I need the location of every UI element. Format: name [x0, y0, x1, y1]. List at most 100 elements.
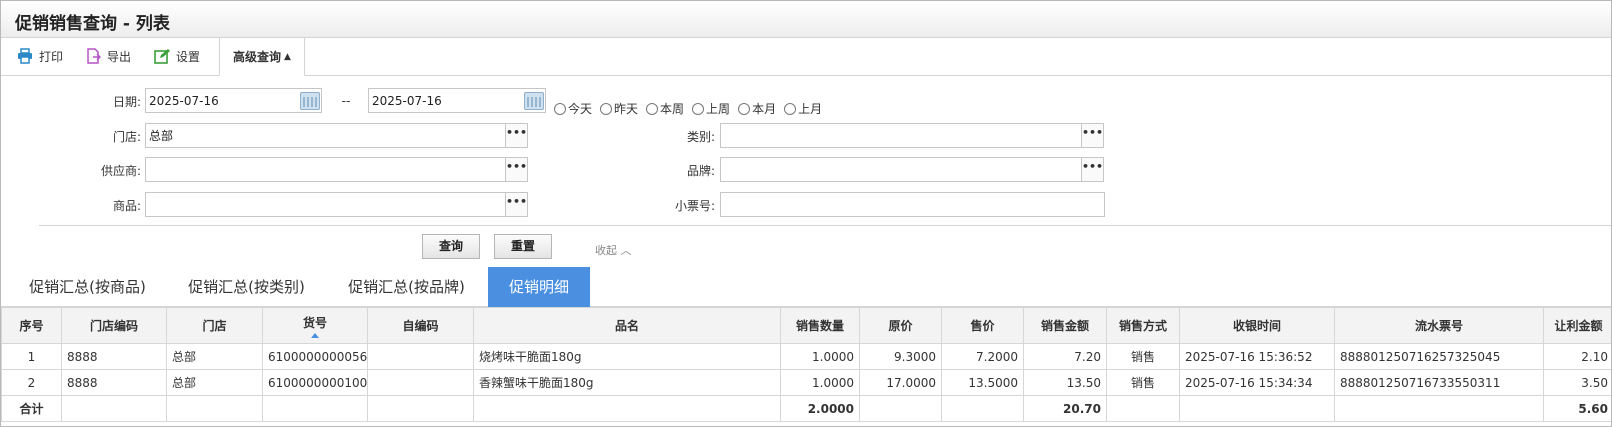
cell: 销售 [1106, 343, 1180, 370]
brand-picker-button[interactable]: ••• [1081, 157, 1104, 182]
cell [1179, 395, 1335, 422]
col-header[interactable]: 让利金额 [1543, 307, 1611, 344]
cell: 总部 [166, 343, 263, 370]
cell: 合计 [1, 395, 62, 422]
cell: 7.20 [1023, 343, 1107, 370]
supplier-input[interactable] [145, 157, 506, 182]
col-header[interactable]: 收银时间 [1179, 307, 1335, 344]
tab-summary-by-brand[interactable]: 促销汇总(按品牌) [334, 267, 479, 307]
radio-this-week[interactable]: 本周 [646, 100, 684, 117]
col-header[interactable]: 售价 [941, 307, 1024, 344]
category-input[interactable] [720, 123, 1082, 148]
settings-button[interactable]: 设置 [154, 44, 200, 68]
radio-circle [784, 102, 797, 115]
query-button[interactable]: 查询 [422, 234, 480, 259]
settings-label: 设置 [176, 49, 201, 64]
data-table: 序号 门店编码 门店 货号 自编码 品名 销售数量 原价 售价 销售金额 销售方… [1, 307, 1611, 422]
cell: 2.0000 [780, 395, 860, 422]
col-header-sorted[interactable]: 货号 [262, 307, 368, 344]
radio-circle [600, 102, 613, 115]
date-from-input[interactable] [145, 88, 322, 113]
category-label: 类别: [686, 130, 715, 144]
cell: 6100000000100 [262, 369, 368, 396]
cell: 9.3000 [859, 343, 942, 370]
page-title: 促销销售查询 - 列表 [15, 14, 170, 34]
table-row[interactable]: 2 8888 总部 6100000000100 香辣蟹味干脆面180g 1.00… [1, 369, 1611, 396]
supplier-picker-button[interactable]: ••• [505, 157, 528, 182]
radio-last-week[interactable]: 上周 [692, 100, 730, 117]
cell: 3.50 [1543, 369, 1611, 396]
caret-up-icon: ▲ [284, 51, 291, 62]
cell: 888801250716257325045 [1334, 343, 1544, 370]
query-form: 日期: -- 今天 昨天 本周 上周 本月 上月 门店: ••• 类别: •••… [1, 77, 1611, 267]
cell: 8888 [61, 343, 167, 370]
cell: 20.70 [1023, 395, 1107, 422]
radio-last-month[interactable]: 上月 [784, 100, 822, 117]
cell: 5.60 [1543, 395, 1611, 422]
col-header[interactable]: 自编码 [367, 307, 474, 344]
table-header-row: 序号 门店编码 门店 货号 自编码 品名 销售数量 原价 售价 销售金额 销售方… [1, 307, 1611, 344]
calendar-icon[interactable] [300, 92, 320, 110]
print-button[interactable]: 打印 [17, 44, 63, 68]
cell [1334, 395, 1544, 422]
reset-button[interactable]: 重置 [494, 234, 552, 259]
tab-summary-by-product[interactable]: 促销汇总(按商品) [15, 267, 160, 307]
calendar-icon[interactable] [524, 92, 544, 110]
radio-circle [646, 102, 659, 115]
advanced-query-tab[interactable]: 高级查询 ▲ [219, 38, 305, 76]
col-header[interactable]: 销售方式 [1106, 307, 1180, 344]
product-picker-button[interactable]: ••• [505, 192, 528, 217]
col-header[interactable]: 门店编码 [61, 307, 167, 344]
export-label: 导出 [107, 49, 132, 64]
cell: 1.0000 [780, 369, 860, 396]
date-to-input[interactable] [368, 88, 546, 113]
store-label: 门店: [112, 130, 141, 144]
receipt-label: 小票号: [674, 199, 715, 213]
export-button[interactable]: 导出 [85, 44, 131, 68]
radio-label: 今天 [568, 102, 593, 116]
edit-settings-icon [154, 48, 170, 64]
collapse-toggle[interactable]: 收起 ︿ [595, 242, 632, 258]
radio-label: 昨天 [614, 102, 639, 116]
receipt-input[interactable] [720, 192, 1105, 217]
col-header[interactable]: 流水票号 [1334, 307, 1544, 344]
radio-circle [554, 102, 566, 115]
radio-this-month[interactable]: 本月 [738, 100, 776, 117]
cell [367, 369, 474, 396]
col-header[interactable]: 门店 [166, 307, 263, 344]
cell: 888801250716733550311 [1334, 369, 1544, 396]
store-input[interactable] [145, 123, 506, 148]
brand-input[interactable] [720, 157, 1082, 182]
toolbar: 打印 导出 设置 高级查询 ▲ [1, 38, 1611, 76]
col-header[interactable]: 销售数量 [780, 307, 860, 344]
radio-circle [692, 102, 705, 115]
col-header[interactable]: 序号 [1, 307, 62, 344]
title-bar: 促销销售查询 - 列表 [1, 1, 1611, 38]
cell: 7.2000 [941, 343, 1024, 370]
store-picker-button[interactable]: ••• [505, 123, 528, 148]
table-row[interactable]: 1 8888 总部 6100000000056 烧烤味干脆面180g 1.000… [1, 343, 1611, 370]
cell: 6100000000056 [262, 343, 368, 370]
radio-yesterday[interactable]: 昨天 [600, 100, 638, 117]
tab-promotion-detail[interactable]: 促销明细 [488, 267, 590, 307]
col-header[interactable]: 销售金额 [1023, 307, 1107, 344]
brand-label: 品牌: [686, 164, 715, 178]
product-input[interactable] [145, 192, 506, 217]
col-header[interactable]: 品名 [473, 307, 781, 344]
cell: 2 [1, 369, 62, 396]
supplier-label: 供应商: [100, 164, 141, 178]
print-label: 打印 [39, 49, 64, 64]
cell: 香辣蟹味干脆面180g [473, 369, 781, 396]
window: 促销销售查询 - 列表 打印 导出 设置 高级查询 ▲ 日期: 2025-07-… [0, 0, 1612, 427]
cell [262, 395, 368, 422]
radio-today[interactable]: 今天 [554, 100, 592, 117]
cell [61, 395, 167, 422]
cell: 2025-07-16 15:34:34 [1179, 369, 1335, 396]
tab-summary-by-category[interactable]: 促销汇总(按类别) [174, 267, 319, 307]
radio-label: 本周 [660, 102, 685, 116]
advanced-query-label: 高级查询 [233, 50, 282, 64]
col-header[interactable]: 原价 [859, 307, 942, 344]
category-picker-button[interactable]: ••• [1081, 123, 1104, 148]
radio-label: 上月 [798, 102, 823, 116]
cell: 17.0000 [859, 369, 942, 396]
